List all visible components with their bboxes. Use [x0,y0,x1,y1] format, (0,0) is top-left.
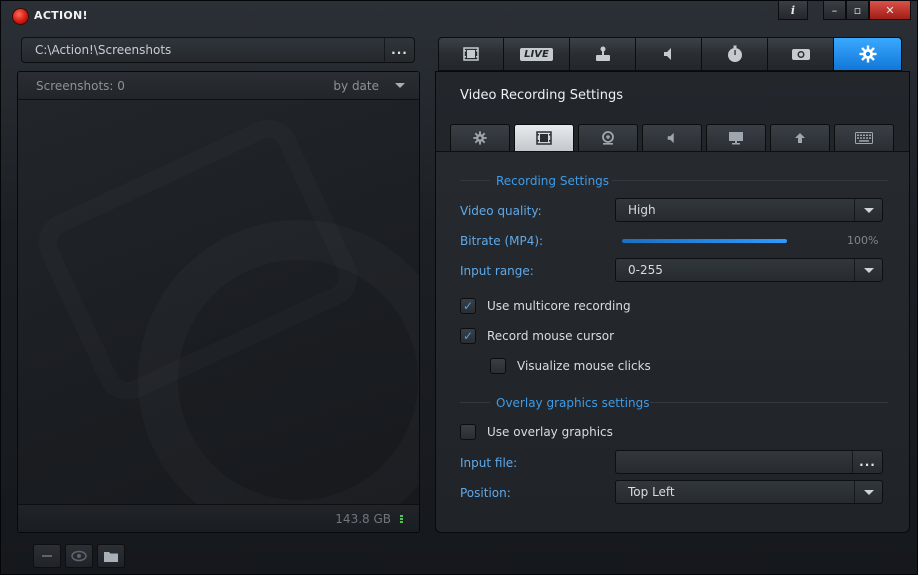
mouse-cursor-label: Record mouse cursor [487,329,615,343]
chevron-down-icon[interactable] [854,259,882,281]
screenshots-list[interactable] [18,100,419,506]
input-file-label: Input file: [460,456,518,470]
minus-icon [42,555,52,557]
maximize-button[interactable]: ▫ [846,1,869,20]
bottom-toolbar [33,544,125,568]
open-folder-button[interactable] [97,544,125,568]
screenshots-count: Screenshots: 0 [36,79,125,93]
monitor-icon [729,132,743,145]
tab-video[interactable] [438,37,504,71]
mouse-clicks-option[interactable]: Visualize mouse clicks [490,358,651,374]
gear-icon [473,131,487,145]
upload-icon [795,133,805,143]
browse-file-button[interactable]: ... [852,451,882,473]
overlay-label: Use overlay graphics [487,425,613,439]
settings-sub-tabs [450,124,894,151]
subtab-general[interactable] [450,124,510,151]
mouse-cursor-checkbox[interactable]: ✓ [460,328,476,344]
subtab-hotkeys[interactable] [834,124,894,151]
title-bar[interactable]: ACTION! i – ▫ ✕ [1,1,917,31]
screenshots-panel: Screenshots: 0 by date 143.8 GB [17,71,420,533]
screenshots-footer: 143.8 GB [18,504,419,532]
film-icon [536,131,552,145]
folder-icon [104,551,118,562]
position-select[interactable]: Top Left [615,480,883,504]
mouse-clicks-label: Visualize mouse clicks [517,359,651,373]
subtab-video[interactable] [514,124,574,151]
close-button[interactable]: ✕ [869,1,911,20]
video-quality-value: High [628,203,656,217]
camera-icon [791,49,810,60]
minimize-button[interactable]: – [823,1,846,20]
input-range-select[interactable]: 0-255 [615,258,883,282]
speaker-icon [663,48,671,60]
tab-timer[interactable] [702,37,768,71]
bitrate-value: 100% [847,234,879,247]
screenshots-header: Screenshots: 0 by date [18,72,419,100]
bitrate-label: Bitrate (MP4): [460,234,544,248]
settings-panel: Video Recording Settings Recording Setti… [435,71,910,533]
multicore-label: Use multicore recording [487,299,631,313]
overlay-option[interactable]: Use overlay graphics [460,424,613,440]
section-divider [460,180,490,181]
app-title: ACTION! [34,9,88,22]
info-button-group: i [778,1,808,20]
main-tabs: LIVE [438,37,902,71]
input-range-value: 0-255 [628,263,663,277]
input-file-field[interactable]: ... [615,450,883,474]
joystick-icon [595,46,610,61]
record-logo-icon [13,9,28,24]
section-divider [460,402,490,403]
video-quality-select[interactable]: High [615,198,883,222]
overlay-checkbox[interactable] [460,424,476,440]
sort-dropdown[interactable]: by date [333,79,379,93]
folder-path-text: C:\Action!\Screenshots [35,43,172,57]
subtab-audio[interactable] [642,124,702,151]
action-window: ACTION! i – ▫ ✕ C:\Action!\Screenshots .… [0,0,918,575]
position-label: Position: [460,486,511,500]
subtab-upload[interactable] [770,124,830,151]
multicore-checkbox[interactable]: ✓ [460,298,476,314]
input-range-label: Input range: [460,264,534,278]
sort-chevron-down-icon[interactable] [395,83,405,88]
recording-section-title: Recording Settings [496,174,610,188]
tab-settings[interactable] [834,37,902,71]
overlay-section-title: Overlay graphics settings [496,396,650,410]
disk-status-icon [400,515,403,524]
multicore-option[interactable]: ✓ Use multicore recording [460,298,631,314]
film-icon [463,47,479,61]
tab-live[interactable]: LIVE [504,37,570,71]
mouse-cursor-option[interactable]: ✓ Record mouse cursor [460,328,614,344]
webcam-icon [602,131,614,145]
bitrate-slider-fill [622,239,787,243]
folder-path-field[interactable]: C:\Action!\Screenshots ... [21,37,415,63]
section-divider [612,180,888,181]
preview-button[interactable] [65,544,93,568]
subtab-webcam[interactable] [578,124,638,151]
info-button[interactable]: i [778,1,808,20]
bitrate-slider[interactable] [622,239,787,243]
delete-button[interactable] [33,544,61,568]
subtab-display[interactable] [706,124,766,151]
disk-free-space: 143.8 GB [335,512,391,526]
tab-game[interactable] [570,37,636,71]
live-icon: LIVE [520,47,553,61]
keyboard-icon [855,132,873,144]
settings-title: Video Recording Settings [460,88,624,103]
mouse-clicks-checkbox[interactable] [490,358,506,374]
chevron-down-icon[interactable] [854,199,882,221]
section-divider [650,402,888,403]
gear-icon [859,45,876,63]
eye-icon [71,550,87,562]
speaker-icon [667,132,674,144]
position-value: Top Left [628,485,675,499]
browse-folder-button[interactable]: ... [384,38,414,62]
window-controls: – ▫ ✕ [823,1,911,20]
video-quality-label: Video quality: [460,204,542,218]
tab-screenshot[interactable] [768,37,834,71]
video-settings-body: Recording Settings Video quality: High B… [436,151,909,532]
stopwatch-icon [727,45,742,62]
chevron-down-icon[interactable] [854,481,882,503]
tab-audio[interactable] [636,37,702,71]
